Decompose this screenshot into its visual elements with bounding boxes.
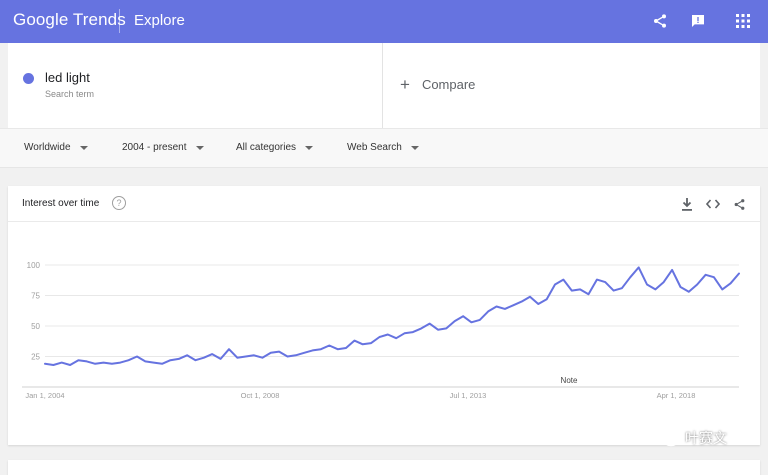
search-term-card: led light Search term + Compare (8, 43, 760, 128)
search-term-text[interactable]: led light (45, 70, 90, 85)
share-icon[interactable] (732, 197, 746, 211)
top-bar: Google Trends Explore (0, 0, 768, 43)
chevron-down-icon (305, 145, 314, 150)
time-range-dropdown[interactable]: 2004 - present (122, 142, 204, 153)
y-tick-label: 75 (31, 292, 40, 301)
filter-bar: Worldwide 2004 - present All categories … (0, 128, 768, 168)
series-line-led-light (44, 266, 740, 366)
search-term-box[interactable]: led light Search term (8, 43, 383, 128)
plus-icon: + (400, 75, 410, 94)
x-tick-label: Oct 1, 2008 (241, 391, 280, 400)
search-type-value: Web Search (347, 142, 402, 153)
header-divider (119, 9, 120, 33)
help-icon[interactable]: ? (112, 196, 126, 210)
watermark: 叶赛文 (655, 428, 727, 448)
feedback-icon[interactable] (689, 12, 707, 30)
x-tick-label: Jan 1, 2004 (25, 391, 64, 400)
interest-line-chart: 100 75 50 25 Jan 1, 2004 Oct 1, 2008 Jul 1, 20… (22, 261, 740, 400)
search-type-dropdown[interactable]: Web Search (347, 142, 419, 153)
y-tick-label: 50 (31, 322, 40, 331)
page-title: Explore (134, 12, 185, 29)
x-tick-label: Apr 1, 2018 (657, 391, 696, 400)
watermark-text: 叶赛文 (685, 430, 727, 446)
time-range-value: 2004 - present (122, 142, 187, 153)
region-dropdown[interactable]: Worldwide (24, 142, 88, 153)
card-title: Interest over time (22, 198, 100, 209)
search-term-label: Search term (45, 89, 95, 99)
compare-button[interactable]: + Compare (400, 75, 476, 94)
compare-label: Compare (421, 77, 476, 92)
apps-grid-icon[interactable] (734, 12, 752, 30)
brand-logo[interactable]: Google Trends (13, 10, 126, 30)
next-card (8, 460, 760, 475)
term-divider (382, 43, 383, 128)
category-dropdown[interactable]: All categories (236, 142, 314, 153)
interest-over-time-card: Interest over time ? 100 75 50 25 Jan 1, 200… (8, 186, 760, 445)
chevron-down-icon (410, 145, 419, 150)
y-tick-label: 25 (31, 353, 40, 362)
category-value: All categories (236, 142, 297, 153)
download-icon[interactable] (680, 197, 694, 211)
y-tick-label: 100 (27, 261, 41, 270)
chart-note-annotation: Note (561, 376, 578, 385)
chevron-down-icon (79, 145, 88, 150)
x-tick-label: Jul 1, 2013 (450, 391, 487, 400)
chevron-down-icon (195, 145, 204, 150)
region-value: Worldwide (24, 142, 71, 153)
embed-icon[interactable] (706, 197, 720, 211)
share-icon[interactable] (651, 12, 669, 30)
term-color-dot (23, 73, 34, 84)
wechat-icon (655, 429, 679, 447)
